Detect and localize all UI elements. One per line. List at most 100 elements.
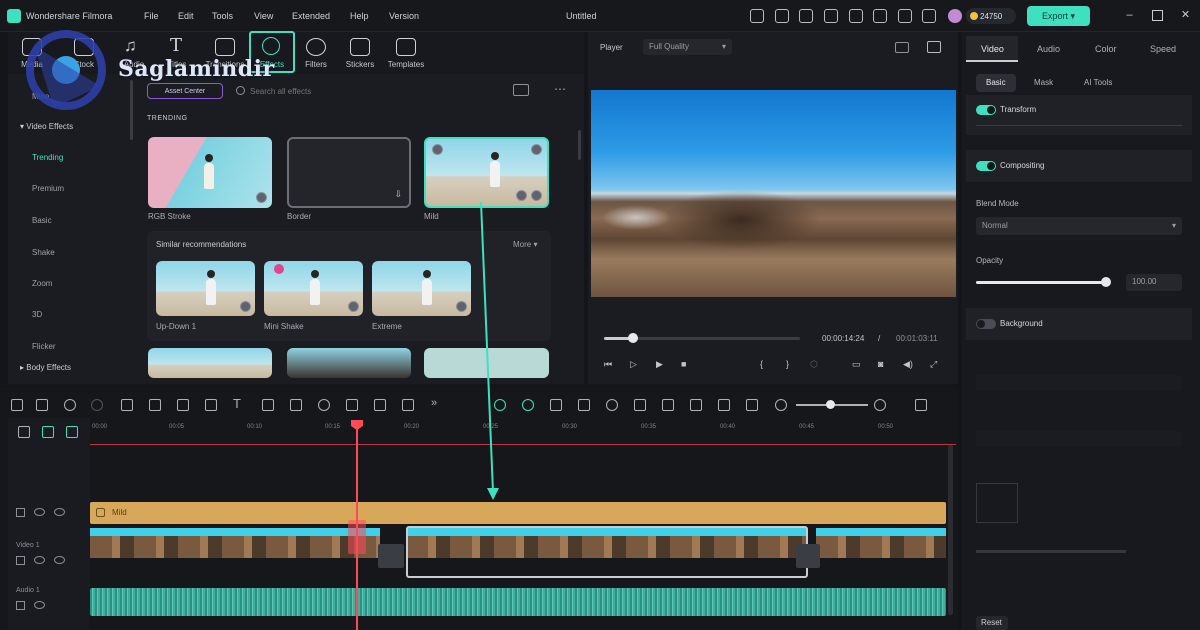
quality-select[interactable]: Full Quality ▾ bbox=[643, 39, 732, 55]
playhead-line[interactable] bbox=[356, 424, 358, 630]
tab-speed[interactable]: Speed bbox=[1150, 44, 1176, 54]
add-effect-icon[interactable] bbox=[531, 190, 542, 201]
stop-icon[interactable]: ■ bbox=[681, 359, 686, 369]
reset-button[interactable]: Reset bbox=[976, 616, 1008, 630]
shield-icon[interactable] bbox=[634, 399, 646, 411]
feedback-icon[interactable] bbox=[799, 9, 813, 23]
credits-badge[interactable]: 24750 bbox=[966, 8, 1016, 24]
speed-icon[interactable] bbox=[205, 399, 217, 411]
menu-edit[interactable]: Edit bbox=[178, 11, 194, 21]
audio-track-volume-icon[interactable] bbox=[34, 601, 45, 609]
effects-icon[interactable] bbox=[262, 37, 280, 55]
minimize-icon[interactable]: – bbox=[1124, 10, 1135, 21]
timeline-settings-icon[interactable] bbox=[915, 399, 927, 411]
sidebar-item-zoom[interactable]: Zoom bbox=[32, 279, 52, 288]
fullscreen-icon[interactable]: ⤢ bbox=[930, 359, 937, 370]
menu-tools[interactable]: Tools bbox=[212, 11, 233, 21]
text-tool-icon[interactable]: T bbox=[233, 396, 241, 411]
tab-video[interactable]: Video bbox=[981, 44, 1004, 54]
subtab-ai-tools[interactable]: AI Tools bbox=[1074, 74, 1122, 92]
undo-icon[interactable] bbox=[64, 399, 76, 411]
grid-icon[interactable] bbox=[746, 399, 758, 411]
transform-toggle[interactable] bbox=[976, 105, 996, 115]
mark-out-icon[interactable]: } bbox=[786, 359, 789, 369]
delete-icon[interactable] bbox=[121, 399, 133, 411]
gift-icon[interactable] bbox=[750, 9, 764, 23]
preview-icon[interactable] bbox=[516, 190, 527, 201]
zoom-in-icon[interactable] bbox=[874, 399, 886, 411]
background-toggle[interactable] bbox=[976, 319, 996, 329]
select-tool-icon[interactable] bbox=[36, 399, 48, 411]
snap-icon[interactable] bbox=[522, 399, 534, 411]
volume-icon[interactable]: ◀) bbox=[903, 359, 913, 370]
prev-frame-icon[interactable]: ⏮ bbox=[604, 359, 612, 370]
link-icon[interactable] bbox=[42, 426, 54, 438]
audio-clip[interactable] bbox=[90, 588, 946, 616]
effect-card-partial[interactable] bbox=[287, 348, 411, 378]
microphone-icon[interactable] bbox=[662, 399, 674, 411]
video-track-audio-icon[interactable] bbox=[34, 556, 45, 564]
sidebar-item-premium[interactable]: Premium bbox=[32, 184, 64, 193]
add-effect-icon[interactable] bbox=[240, 301, 251, 312]
support-icon[interactable] bbox=[898, 9, 912, 23]
similar-card-up-down[interactable] bbox=[156, 261, 255, 316]
effect-track-lock-icon[interactable] bbox=[16, 508, 25, 517]
menu-view[interactable]: View bbox=[254, 11, 273, 21]
timeline-scrollbar[interactable] bbox=[948, 445, 953, 615]
screen-icon[interactable] bbox=[690, 399, 702, 411]
image-icon[interactable] bbox=[927, 41, 941, 53]
audio-track-lock-icon[interactable] bbox=[16, 601, 25, 610]
monitor-icon[interactable] bbox=[824, 9, 838, 23]
stabilize-icon[interactable] bbox=[346, 399, 358, 411]
subtab-mask[interactable]: Mask bbox=[1024, 74, 1063, 92]
blend-mode-select[interactable]: Normal ▾ bbox=[976, 217, 1182, 235]
redo-icon[interactable] bbox=[91, 399, 103, 411]
music-note-icon[interactable]: ♫ bbox=[124, 36, 137, 56]
selected-clip-outline[interactable] bbox=[406, 526, 808, 578]
filters-icon[interactable] bbox=[306, 38, 326, 56]
transition-marker[interactable] bbox=[796, 544, 820, 568]
tab-templates[interactable]: Templates bbox=[381, 60, 431, 69]
share-icon[interactable] bbox=[775, 9, 789, 23]
search-icon[interactable] bbox=[236, 86, 245, 95]
video-preview[interactable] bbox=[591, 90, 956, 297]
effect-card-border[interactable]: ⇩ bbox=[287, 137, 411, 208]
sidebar-item-shake[interactable]: Shake bbox=[32, 248, 55, 257]
play-icon[interactable]: ▶ bbox=[656, 359, 663, 370]
edit-icon[interactable] bbox=[402, 399, 414, 411]
progress-knob[interactable] bbox=[628, 333, 638, 343]
opacity-value[interactable]: 100.00 bbox=[1126, 274, 1182, 291]
crop-icon[interactable] bbox=[177, 399, 189, 411]
menu-version[interactable]: Version bbox=[389, 11, 419, 21]
transition-marker[interactable] bbox=[378, 544, 404, 568]
snapshot-icon[interactable]: ◙ bbox=[878, 359, 883, 369]
menu-file[interactable]: File bbox=[144, 11, 159, 21]
more-link[interactable]: More ▾ bbox=[513, 240, 537, 249]
transform-section[interactable]: Transform bbox=[966, 95, 1192, 135]
subtab-basic[interactable]: Basic bbox=[976, 74, 1016, 92]
sidebar-item-body-effects[interactable]: ▸ Body Effects bbox=[20, 363, 71, 372]
filter-icon[interactable] bbox=[513, 84, 529, 96]
menu-extended[interactable]: Extended bbox=[292, 11, 330, 21]
split-icon[interactable] bbox=[149, 399, 161, 411]
panel-scrollbar[interactable] bbox=[578, 130, 581, 160]
compositing-section[interactable]: Compositing bbox=[966, 150, 1192, 182]
tab-filters[interactable]: Filters bbox=[291, 60, 341, 69]
opacity-knob[interactable] bbox=[1101, 277, 1111, 287]
marker-tool-icon[interactable] bbox=[550, 399, 562, 411]
more-options-icon[interactable] bbox=[531, 144, 542, 155]
asset-center-button[interactable]: Asset Center bbox=[147, 83, 223, 99]
sidebar-scrollbar[interactable] bbox=[130, 80, 133, 140]
menu-help[interactable]: Help bbox=[350, 11, 369, 21]
add-effect-icon[interactable] bbox=[256, 192, 267, 203]
add-effect-icon[interactable] bbox=[456, 301, 467, 312]
sidebar-item-basic[interactable]: Basic bbox=[32, 216, 52, 225]
ai-icon[interactable] bbox=[374, 399, 386, 411]
expand-toolbar-icon[interactable]: » bbox=[431, 397, 437, 409]
zoom-slider-knob[interactable] bbox=[826, 400, 835, 409]
favorite-icon[interactable] bbox=[432, 144, 443, 155]
sidebar-item-trending[interactable]: Trending bbox=[32, 153, 63, 162]
zoom-out-icon[interactable] bbox=[775, 399, 787, 411]
add-track-icon[interactable] bbox=[18, 426, 30, 438]
effect-card-mild[interactable] bbox=[424, 137, 549, 208]
